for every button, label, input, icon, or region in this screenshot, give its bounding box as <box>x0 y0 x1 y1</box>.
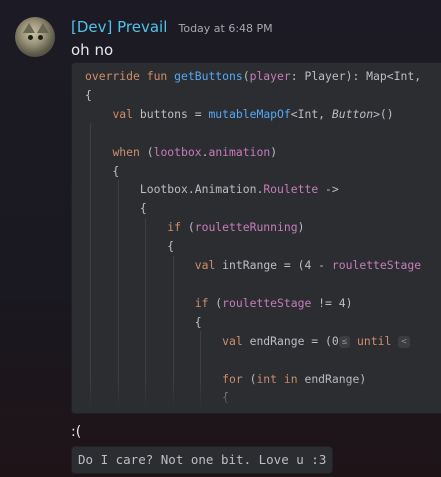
code-token: rouletteRunning <box>194 220 298 235</box>
code-line: val endRange = (0 ≤ until < <box>85 332 421 351</box>
timestamp[interactable]: Today at 6:48 PM <box>178 22 272 35</box>
code-token: >() <box>373 106 394 121</box>
code-token: ( <box>139 144 154 159</box>
code-token: Roulette <box>263 182 319 197</box>
code-token: until <box>357 333 392 348</box>
code-token: rouletteStage <box>222 295 312 310</box>
code-line: { <box>85 313 421 332</box>
code-line: val intRange = (4 - rouletteStage <box>85 256 421 275</box>
message-header: [Dev] Prevail Today at 6:48 PM <box>71 17 273 37</box>
avatar-eye <box>28 35 33 40</box>
code-token: val <box>112 106 134 121</box>
message-text: oh no <box>71 41 114 59</box>
code-block[interactable]: override fun getButtons(player: Player):… <box>71 62 441 414</box>
code-token: val <box>194 258 216 273</box>
code-token: { <box>85 314 202 329</box>
code-line: Lootbox.Animation.Roulette -> <box>85 180 421 199</box>
inlay-hint: < <box>398 335 410 348</box>
code-token: { <box>85 87 92 102</box>
code-token: -> <box>318 182 339 197</box>
code-line: if (rouletteRunning) <box>85 218 421 237</box>
code-token: ( <box>242 69 250 83</box>
code-line: when (lootbox.animation) <box>85 143 421 162</box>
code-token: animation <box>208 144 271 159</box>
code-line: override fun getButtons(player: Player):… <box>85 67 421 86</box>
code-token: ( <box>208 295 223 310</box>
code-token: Lootbox.Animation. <box>85 182 264 197</box>
user-avatar[interactable] <box>15 17 55 57</box>
code-token: ) <box>270 144 278 159</box>
code-token: intRange = (4 - <box>215 258 332 273</box>
code-token: ( <box>181 220 195 235</box>
inlay-hint: ≤ <box>338 335 351 348</box>
code-token: when <box>112 144 140 159</box>
avatar-ear <box>37 23 49 33</box>
username[interactable]: [Dev] Prevail <box>71 18 167 36</box>
code-line: { <box>85 199 421 218</box>
message-text: :( <box>71 424 82 440</box>
code-token: if <box>167 220 182 235</box>
code-line: { <box>85 162 421 181</box>
code-token: if <box>194 295 209 310</box>
code-fade-overlay <box>72 379 441 413</box>
code-token: { <box>85 201 147 216</box>
code-token: val <box>222 333 243 348</box>
avatar-ear <box>23 23 35 33</box>
code-token: buttons = <box>133 106 209 121</box>
code-line: if (rouletteStage != 4) <box>85 294 421 313</box>
code-content: override fun getButtons(player: Player):… <box>85 67 421 413</box>
inline-code-block[interactable]: Do I care? Not one bit. Love u :3 <box>71 446 334 474</box>
code-token: { <box>85 163 120 178</box>
code-token: ) <box>297 220 305 235</box>
code-token: mutableMapOf <box>208 106 291 121</box>
code-token: rouletteStage <box>331 258 422 273</box>
code-token: player <box>249 69 291 83</box>
code-token: Button <box>331 106 374 121</box>
avatar-eye <box>38 35 43 40</box>
code-token: { <box>85 239 175 254</box>
code-token: <Int, <box>290 106 332 121</box>
code-line: { <box>85 86 421 105</box>
code-token: != 4) <box>311 295 353 310</box>
code-token: endRange = (0 <box>242 333 339 348</box>
code-token: getButtons <box>174 69 243 83</box>
code-line: { <box>85 237 421 256</box>
code-token: lootbox <box>153 144 202 159</box>
code-line: val buttons = mutableMapOf<Int, Button>(… <box>85 105 421 124</box>
code-token: : Player): Map<Int, <box>290 69 422 83</box>
code-token: override fun <box>85 69 175 83</box>
